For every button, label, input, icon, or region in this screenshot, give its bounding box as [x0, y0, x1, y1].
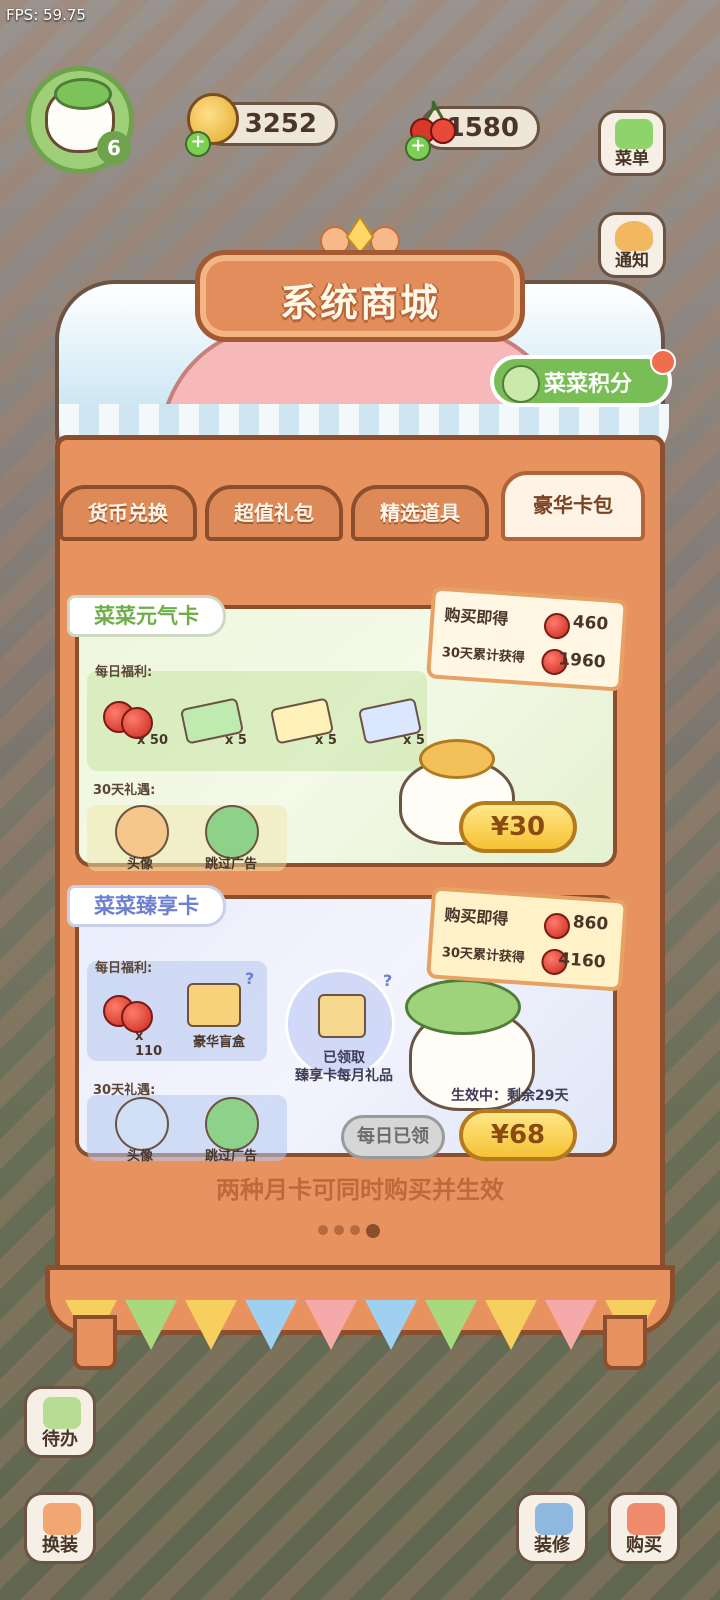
monthly-gift-claimed-text: 已领取 臻享卡每月礼品 — [279, 1049, 409, 1085]
daily-item-cherry: x 110 — [101, 985, 171, 1059]
item-qty: x 5 — [403, 733, 425, 748]
cherry-counter[interactable]: + 1580 — [405, 100, 540, 161]
bonus-30d-value: 4160 — [557, 949, 607, 973]
veggie-points-label: 菜菜积分 — [544, 372, 633, 397]
gift-label: 30天礼遇: — [93, 783, 156, 798]
shop-title: 系统商城 — [279, 281, 440, 325]
page-dot[interactable] — [318, 1225, 328, 1235]
item-qty: x 50 — [137, 733, 169, 748]
daily-benefits-label: 每日福利: — [95, 961, 153, 976]
gift-skip-ad-label: 跳过广告 — [204, 1149, 257, 1164]
crown-ornament-icon — [320, 215, 400, 255]
help-icon[interactable]: ? — [383, 971, 392, 990]
daily-item-mystery-box: 豪华盲盒 ? — [177, 969, 257, 1050]
add-cherry-icon[interactable]: + — [405, 135, 431, 161]
shop-button[interactable]: 购买 — [608, 1492, 680, 1564]
page-dot-active[interactable] — [366, 1223, 380, 1238]
vitality-card-panel: 菜菜元气卡 每日福利: x 50 x 5 x 5 x 5 30天礼遇: 头像 跳… — [67, 586, 628, 872]
player-avatar[interactable]: 6 — [26, 66, 134, 174]
bunting-flag — [245, 1300, 297, 1350]
card1-bonus-tag: 购买即得 460 30天累计获得 1960 — [426, 586, 628, 692]
bonus-30d-value: 1960 — [557, 649, 607, 673]
card2-active-status: 生效中：剩余29天 — [451, 1088, 569, 1104]
cabinet-leg — [73, 1315, 117, 1370]
coin-counter[interactable]: + 3252 — [185, 93, 338, 157]
card2-bonus-tag: 购买即得 860 30天累计获得 4160 — [426, 886, 628, 992]
daily-item-cherry: x 50 — [101, 689, 171, 749]
bunting-flag — [305, 1300, 357, 1350]
avatar-frame-icon — [115, 1097, 169, 1151]
add-coin-icon[interactable]: + — [185, 131, 211, 157]
mystery-box-label: 豪华盲盒 — [192, 1035, 245, 1050]
leaf-hat-icon — [419, 739, 495, 779]
cards-footnote: 两种月卡可同时购买并生效 — [216, 1176, 504, 1204]
buy-card1-button[interactable]: ¥30 — [459, 801, 577, 853]
gift-avatar-label: 头像 — [126, 857, 153, 872]
item-qty: x 5 — [315, 733, 337, 748]
page-dot[interactable] — [334, 1225, 344, 1235]
bunting-flag — [185, 1300, 237, 1350]
tab-value-packs[interactable]: 超值礼包 — [205, 485, 343, 541]
claimed-line-1: 已领取 — [323, 1050, 365, 1066]
fps-counter: FPS: 59.75 — [6, 6, 86, 24]
card2-title: 菜菜臻享卡 — [67, 885, 226, 927]
cabbage-icon — [502, 365, 540, 403]
item-qty: x 110 — [135, 1029, 163, 1059]
menu-label: 菜单 — [615, 149, 649, 169]
help-icon[interactable]: ? — [245, 969, 254, 988]
bunting-flag — [545, 1300, 597, 1350]
skip-ad-icon — [205, 805, 259, 859]
tab-deluxe-cards[interactable]: 豪华卡包 — [501, 471, 645, 541]
dress-up-label: 换装 — [42, 1535, 78, 1556]
shop-window: 系统商城 菜菜积分 货币兑换 超值礼包 精选道具 豪华卡包 菜菜元气卡 每日福利… — [45, 215, 676, 1370]
cabinet-leg — [603, 1315, 647, 1370]
level-badge: 6 — [97, 131, 131, 165]
gift-avatar-label: 头像 — [126, 1149, 153, 1164]
bunting-flag — [125, 1300, 177, 1350]
premium-card-panel: 菜菜臻享卡 每日福利: x 110 豪华盲盒 ? ? 已领取 臻享卡每月礼品 3… — [67, 885, 628, 1164]
cherry-icon — [543, 612, 571, 640]
todo-button[interactable]: 待办 — [24, 1386, 96, 1458]
cherry-icon — [543, 912, 571, 940]
daily-item-bus-ticket: x 5 — [269, 689, 339, 749]
notification-dot-icon — [650, 349, 676, 375]
bonus-buy-value: 860 — [572, 912, 609, 935]
dress-up-button[interactable]: 换装 — [24, 1492, 96, 1564]
buy-card2-button[interactable]: ¥68 — [459, 1109, 577, 1161]
veggie-points-button[interactable]: 菜菜积分 — [490, 349, 676, 407]
skip-ad-icon — [205, 1097, 259, 1151]
daily-benefits-label: 每日福利: — [95, 665, 153, 680]
bonus-buy-label: 购买即得 — [443, 905, 510, 929]
mystery-box-icon — [187, 983, 241, 1027]
daily-item-card-ticket: x 5 — [357, 689, 427, 749]
leaf-hat-icon — [405, 979, 521, 1035]
decorate-button[interactable]: 装修 — [516, 1492, 588, 1564]
decorate-label: 装修 — [534, 1535, 570, 1556]
coin-amount: 3252 — [244, 109, 317, 139]
avatar-frame-icon — [115, 805, 169, 859]
tab-selected-items[interactable]: 精选道具 — [351, 485, 489, 541]
menu-button[interactable]: 菜单 — [598, 110, 666, 176]
card1-title: 菜菜元气卡 — [67, 595, 226, 637]
daily-item-ad-ticket: x 5 — [179, 689, 249, 749]
bunting-flag — [485, 1300, 537, 1350]
bunting-flag — [425, 1300, 477, 1350]
shop-title-plate: 系统商城 — [195, 250, 525, 342]
item-qty: x 5 — [225, 733, 247, 748]
todo-label: 待办 — [42, 1429, 78, 1450]
gift-skip-ad-label: 跳过广告 — [204, 857, 257, 872]
bunting-flag — [365, 1300, 417, 1350]
daily-claimed-button[interactable]: 每日已领 — [341, 1115, 445, 1159]
bonus-buy-value: 460 — [572, 612, 609, 635]
gift-bag-icon — [318, 994, 366, 1038]
page-dot[interactable] — [350, 1225, 360, 1235]
shop-tabs: 货币兑换 超值礼包 精选道具 豪华卡包 — [55, 471, 665, 547]
claimed-line-2: 臻享卡每月礼品 — [295, 1068, 393, 1084]
shop-label: 购买 — [626, 1535, 662, 1556]
page-indicator[interactable] — [315, 1220, 383, 1239]
bonus-30d-label: 30天累计获得 — [441, 945, 526, 966]
tab-currency-exchange[interactable]: 货币兑换 — [59, 485, 197, 541]
bonus-buy-label: 购买即得 — [443, 605, 510, 629]
bonus-30d-label: 30天累计获得 — [441, 645, 526, 666]
